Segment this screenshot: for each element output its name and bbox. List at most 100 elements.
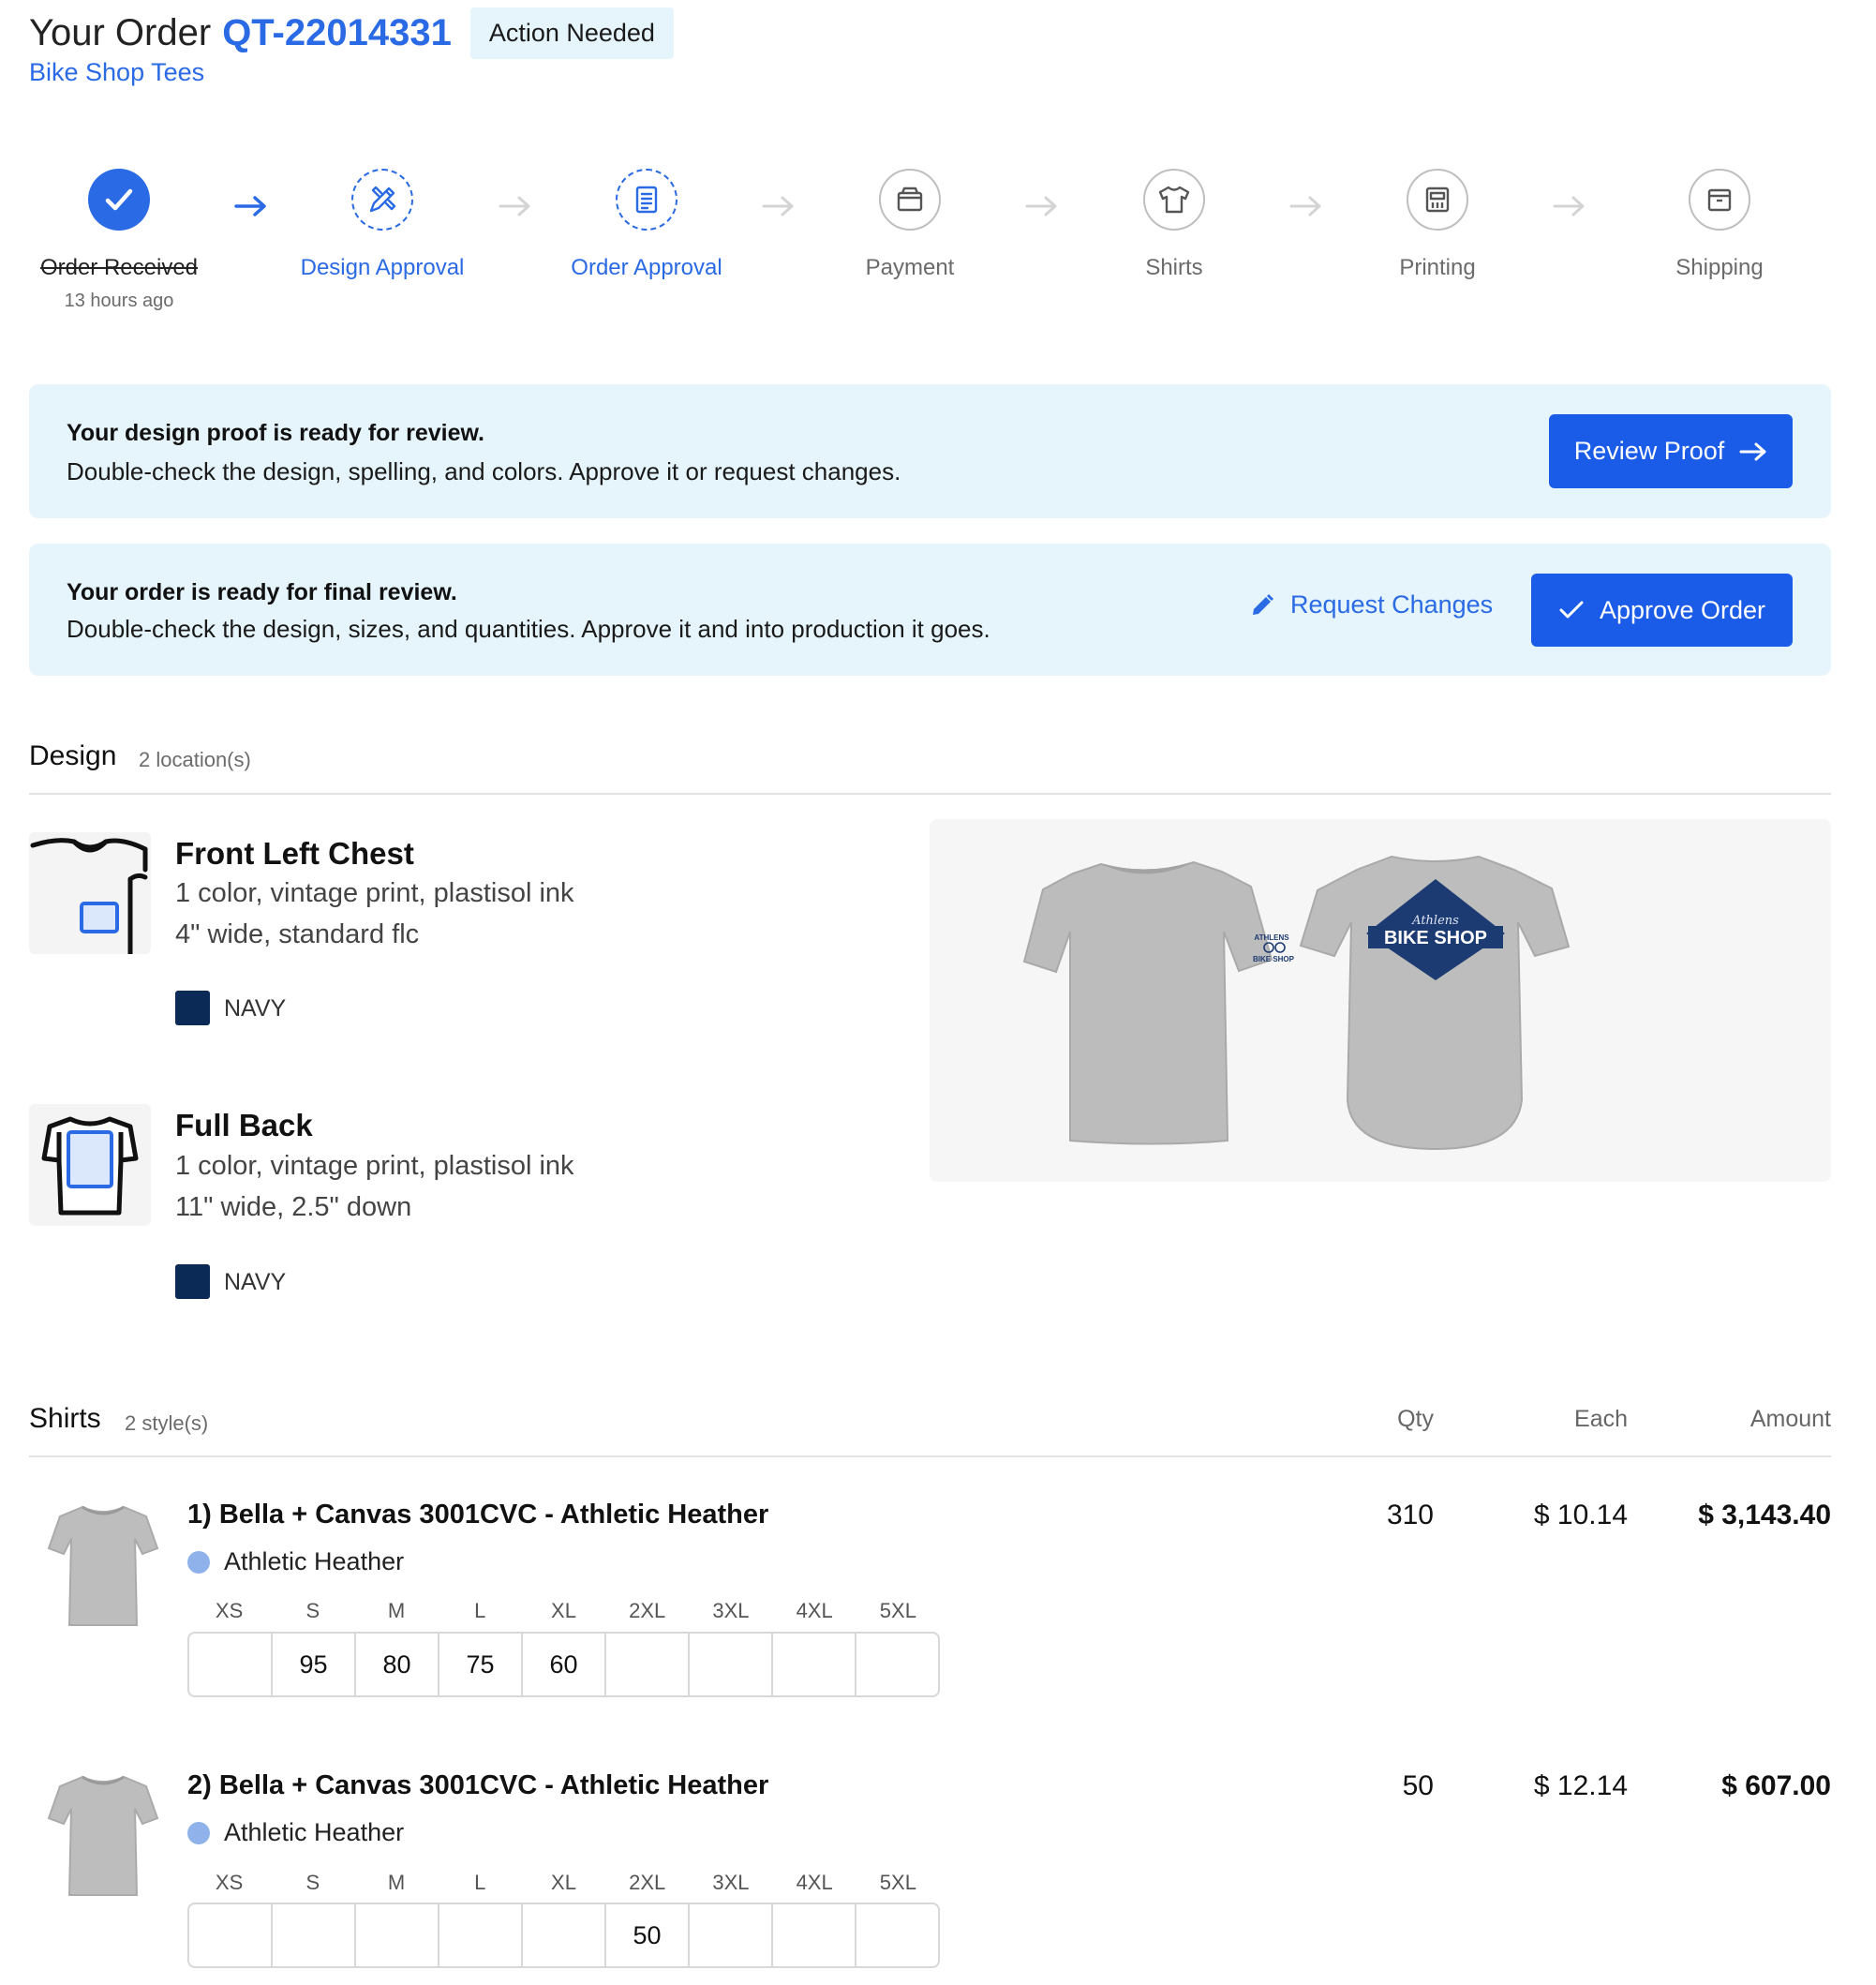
line-amount: $ 607.00 xyxy=(1721,1770,1831,1801)
line-qty: 310 xyxy=(1386,1500,1434,1530)
shirts-section-title: Shirts xyxy=(29,1403,101,1434)
full-back-thumbnail xyxy=(29,1104,151,1226)
size-qty-cell-s[interactable]: 95 xyxy=(273,1634,356,1695)
size-qty-cell-5xl[interactable] xyxy=(856,1634,938,1695)
shirt-color-name: Athletic Heather xyxy=(224,1547,405,1575)
shirt-mockup-image: ATHLENS BIKE SHOP Athlens BIKE SHOP xyxy=(1022,855,1571,1151)
step-label: Order Received xyxy=(39,255,199,280)
step-order-approval[interactable]: Order Approval xyxy=(506,169,787,281)
step-label: Shirts xyxy=(1145,255,1203,280)
location-name: Full Back xyxy=(175,1108,313,1142)
banner-text: Double-check the design, spelling, and c… xyxy=(67,457,901,485)
approve-order-button[interactable]: Approve Order xyxy=(1531,574,1793,647)
size-label: 5XL xyxy=(879,1599,916,1622)
size-qty-cell-2xl[interactable] xyxy=(606,1634,690,1695)
size-label: XL xyxy=(551,1871,576,1894)
size-label: 2XL xyxy=(629,1871,666,1894)
shirt-back-diagram-icon xyxy=(41,1116,139,1216)
shirt-mockup-preview[interactable]: ATHLENS BIKE SHOP Athlens BIKE SHOP xyxy=(930,819,1831,1182)
shirt-product-image xyxy=(47,1505,159,1626)
size-qty-cell-xl[interactable]: 60 xyxy=(523,1634,606,1695)
line-unit-price: $ 12.14 xyxy=(1533,1770,1628,1801)
box-icon xyxy=(1689,169,1750,231)
shirt-style-name: 1) Bella + Canvas 3001CVC - Athletic Hea… xyxy=(187,1500,769,1530)
step-timestamp: 13 hours ago xyxy=(64,291,174,311)
size-label: XL xyxy=(551,1599,576,1622)
document-list-icon xyxy=(616,169,677,231)
design-location-count: 2 location(s) xyxy=(139,748,251,771)
size-qty-cell-xs[interactable] xyxy=(189,1634,273,1695)
size-label: XS xyxy=(215,1871,244,1894)
size-qty-cell-xs[interactable] xyxy=(189,1904,273,1966)
size-headers: XS S M L XL 2XL 3XL 4XL 5XL xyxy=(187,1871,940,1895)
step-label: Design Approval xyxy=(300,255,465,280)
printer-icon xyxy=(1407,169,1468,231)
order-review-banner: Your order is ready for final review. Do… xyxy=(29,544,1831,676)
step-printing: Printing xyxy=(1297,169,1578,281)
line-unit-price: $ 10.14 xyxy=(1533,1500,1628,1530)
column-header-each: Each xyxy=(1574,1406,1628,1432)
size-label: 3XL xyxy=(712,1871,750,1894)
size-qty-cell-4xl[interactable] xyxy=(773,1904,856,1966)
size-qty-cell-l[interactable]: 75 xyxy=(439,1634,523,1695)
column-header-qty: Qty xyxy=(1397,1406,1434,1432)
location-name: Front Left Chest xyxy=(175,836,414,871)
ink-color-swatch xyxy=(175,991,210,1025)
check-icon xyxy=(1559,601,1584,619)
check-icon xyxy=(88,169,150,231)
size-qty-cell-s[interactable] xyxy=(273,1904,356,1966)
review-proof-button[interactable]: Review Proof xyxy=(1549,414,1793,488)
divider xyxy=(29,793,1831,795)
shop-name-link[interactable]: Bike Shop Tees xyxy=(29,58,204,87)
color-dot xyxy=(187,1551,210,1574)
step-shirts: Shirts xyxy=(1034,169,1315,281)
size-qty-cell-3xl[interactable] xyxy=(690,1904,773,1966)
front-print-text: BIKE SHOP xyxy=(1253,955,1295,963)
size-qty-cell-l[interactable] xyxy=(439,1904,523,1966)
front-print-arc-text: ATHLENS xyxy=(1254,933,1289,942)
banner-text: Double-check the design, sizes, and quan… xyxy=(67,615,990,643)
back-print-main-text: BIKE SHOP xyxy=(1384,928,1487,948)
shirt-front-diagram-icon xyxy=(30,838,148,954)
shirt-product-image xyxy=(47,1775,159,1896)
color-dot xyxy=(187,1822,210,1844)
column-header-amount: Amount xyxy=(1749,1406,1831,1432)
status-badge: Action Needed xyxy=(469,7,674,59)
size-qty-cell-m[interactable] xyxy=(356,1904,439,1966)
step-order-received: Order Received 13 hours ago xyxy=(0,169,260,312)
step-label: Order Approval xyxy=(571,255,722,280)
step-design-approval[interactable]: Design Approval xyxy=(242,169,523,281)
page-title: Your Order xyxy=(29,11,212,53)
size-qty-cell-m[interactable]: 80 xyxy=(356,1634,439,1695)
location-print-details: 1 color, vintage print, plastisol ink xyxy=(175,1151,574,1181)
shirt-style-name: 2) Bella + Canvas 3001CVC - Athletic Hea… xyxy=(187,1770,769,1800)
proof-ready-banner: Your design proof is ready for review. D… xyxy=(29,384,1831,518)
size-label: S xyxy=(305,1599,320,1622)
size-qty-cell-3xl[interactable] xyxy=(690,1634,773,1695)
step-label: Printing xyxy=(1399,255,1476,280)
step-label: Payment xyxy=(865,255,955,280)
size-label: M xyxy=(387,1599,406,1622)
link-label: Request Changes xyxy=(1290,590,1494,619)
design-section-title: Design xyxy=(29,740,117,771)
banner-heading: Your design proof is ready for review. xyxy=(67,420,484,446)
request-changes-link[interactable]: Request Changes xyxy=(1249,590,1493,619)
size-qty-cell-5xl[interactable] xyxy=(856,1904,938,1966)
step-shipping: Shipping xyxy=(1579,169,1860,281)
divider xyxy=(29,1455,1831,1457)
button-label: Review Proof xyxy=(1573,437,1725,465)
location-print-details: 1 color, vintage print, plastisol ink xyxy=(175,878,574,908)
size-label: 2XL xyxy=(629,1599,666,1622)
order-number: QT-22014331 xyxy=(222,11,452,53)
size-label: 3XL xyxy=(712,1599,750,1622)
size-label: XS xyxy=(215,1599,244,1622)
size-qty-cell-xl[interactable] xyxy=(523,1904,606,1966)
size-label: 5XL xyxy=(879,1871,916,1894)
wallet-icon xyxy=(879,169,941,231)
size-qty-cell-4xl[interactable] xyxy=(773,1634,856,1695)
line-amount: $ 3,143.40 xyxy=(1698,1500,1831,1530)
location-size-details: 4" wide, standard flc xyxy=(175,919,420,949)
size-qty-cell-2xl[interactable]: 50 xyxy=(606,1904,690,1966)
location-size-details: 11" wide, 2.5" down xyxy=(175,1192,412,1222)
size-label: M xyxy=(387,1871,406,1894)
